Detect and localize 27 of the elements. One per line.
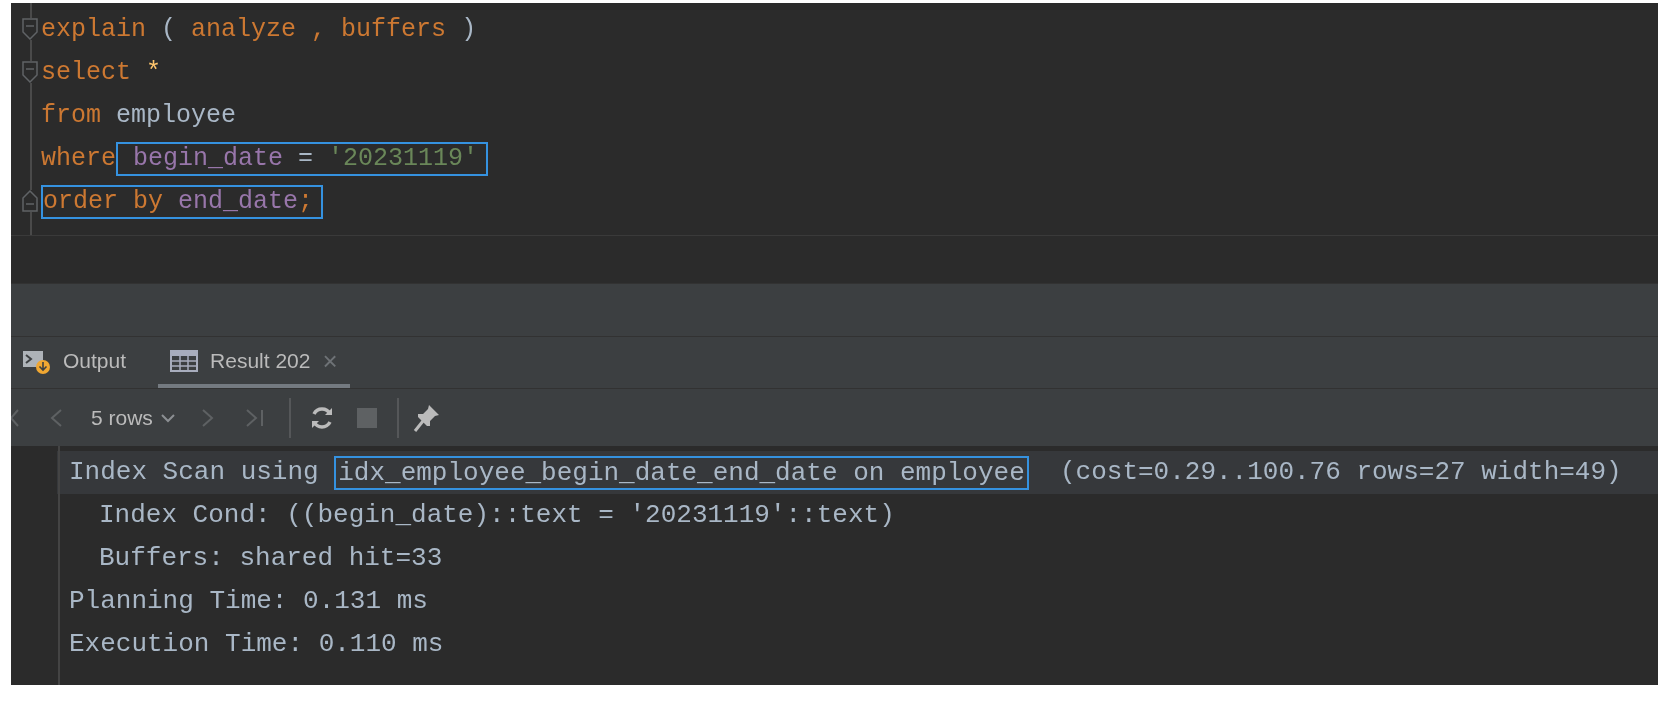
plan-row[interactable]: Buffers: shared hit=33 bbox=[57, 537, 1658, 580]
plan-text: Index Cond: ((begin_date)::text = '20231119'::text) bbox=[99, 499, 895, 532]
fold-icon[interactable] bbox=[22, 61, 38, 83]
code-text: select * bbox=[41, 56, 162, 89]
fold-icon[interactable] bbox=[22, 18, 38, 40]
splitter-bar[interactable] bbox=[11, 283, 1658, 336]
highlighted-code: order by end_date; bbox=[41, 184, 324, 219]
highlighted-code: begin_date = '20231119' bbox=[116, 141, 489, 176]
code-text: where bbox=[41, 142, 116, 175]
plan-row[interactable]: Index Cond: ((begin_date)::text = '20231119'::text) bbox=[57, 494, 1658, 537]
code-text: explain ( analyze , buffers ) bbox=[41, 13, 477, 46]
fold-icon[interactable] bbox=[22, 190, 38, 212]
plan-text: Planning Time: 0.131 ms bbox=[69, 585, 428, 618]
plan-row[interactable]: Execution Time: 0.110 ms bbox=[57, 623, 1658, 666]
plan-text: Buffers: shared hit=33 bbox=[99, 542, 443, 575]
table-icon bbox=[170, 349, 199, 372]
chevron-down-icon bbox=[160, 412, 175, 423]
rows-dropdown[interactable]: 5 rows bbox=[91, 401, 175, 434]
pin-icon[interactable] bbox=[412, 402, 441, 433]
plan-row[interactable]: Planning Time: 0.131 ms bbox=[57, 580, 1658, 623]
highlighted-text: idx_employee_begin_date_end_date on employee bbox=[334, 455, 1029, 490]
plan-text: Index Scan using bbox=[69, 456, 320, 489]
code-text: from employee bbox=[41, 99, 237, 132]
plan-text: Execution Time: 0.110 ms bbox=[69, 628, 444, 661]
plan-text: (cost=0.29..100.76 rows=27 width=49) bbox=[1058, 456, 1622, 489]
plan-row[interactable]: Index Scan using idx_employee_begin_date_end_date on employee (cost=0.29..100.76 rows=27 width=49) bbox=[57, 451, 1658, 494]
panel-tab[interactable]: Output bbox=[11, 337, 139, 388]
